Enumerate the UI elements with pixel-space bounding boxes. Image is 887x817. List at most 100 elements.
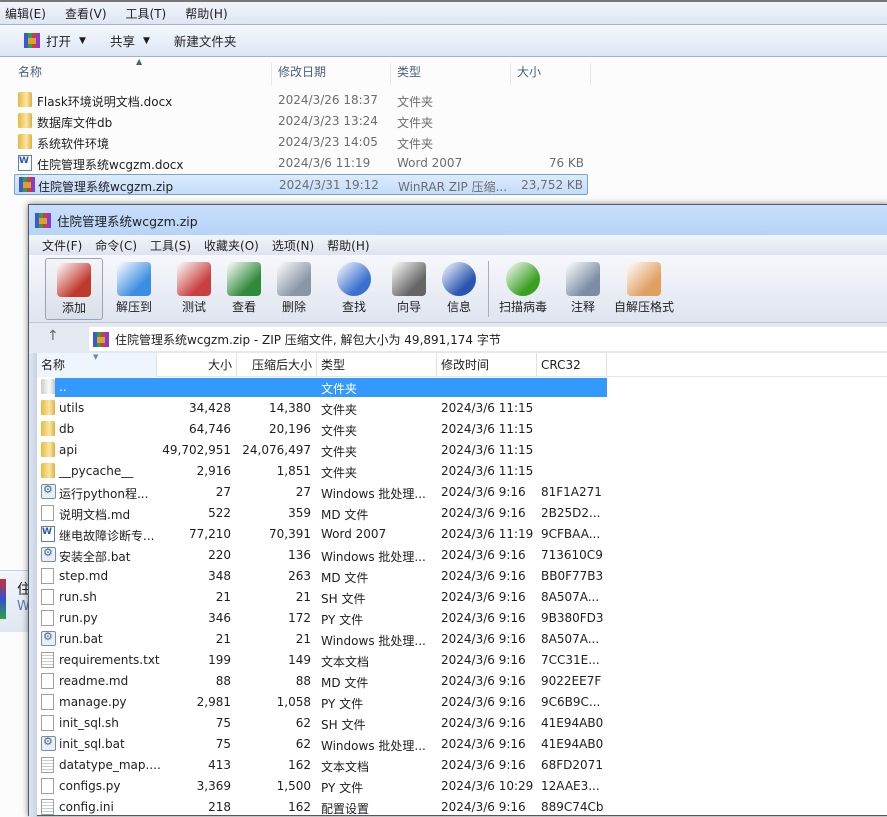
file-modified: 2024/3/6 9:16 <box>441 611 526 625</box>
file-row[interactable]: 系统软件环境 2024/3/23 14:05 文件夹 <box>14 132 588 153</box>
open-button[interactable]: 打开 ▼ <box>24 31 86 50</box>
toolbar-button-add-archive[interactable]: 添加 <box>45 258 103 320</box>
details-pane: 住 W <box>0 570 31 632</box>
file-row[interactable]: Flask环境说明文档.docx 2024/3/26 18:37 文件夹 <box>14 90 588 111</box>
column-size[interactable]: 大小 <box>157 353 237 377</box>
new-folder-button[interactable]: 新建文件夹 <box>174 31 237 50</box>
file-packed: 21 <box>295 590 311 604</box>
file-type: SH 文件 <box>321 592 366 606</box>
bat-icon <box>41 630 56 646</box>
menu-item[interactable]: 文件(F) <box>42 237 82 254</box>
up-arrow-icon[interactable]: ↑ <box>47 328 59 344</box>
file-crc: 9C6B9C... <box>541 695 601 709</box>
menu-item[interactable]: 收藏夹(O) <box>204 237 259 254</box>
column-packed[interactable]: 压缩后大小 <box>237 353 317 377</box>
file-date: 2024/3/23 14:05 <box>278 135 378 149</box>
file-crc: 713610C9 <box>541 548 603 562</box>
doc-icon <box>41 694 54 710</box>
archive-row[interactable]: run.sh 21 21 SH 文件 2024/3/6 9:16 8A507A... <box>37 587 607 608</box>
file-packed: 21 <box>295 632 311 646</box>
archive-row[interactable]: requirements.txt 199 149 文本文档 2024/3/6 9:16 7… <box>37 650 607 671</box>
archive-row[interactable]: 安装全部.bat 220 136 Windows 批处理... 2024/3/6 9:1… <box>37 545 607 566</box>
archive-file-list: .. 文件夹 utils 34,428 14,380 文件夹 2024/3/6 11:15 d… <box>37 377 887 817</box>
explorer-column-headers: 名称 ▲ 修改日期 类型 大小 <box>0 57 600 85</box>
archive-row[interactable]: db 64,746 20,196 文件夹 2024/3/6 11:15 <box>37 419 607 440</box>
file-size: 218 <box>208 800 231 814</box>
file-type: 文件夹 <box>397 95 434 109</box>
column-crc32[interactable]: CRC32 <box>537 353 607 377</box>
file-name: 系统软件环境 <box>37 137 110 151</box>
menu-item[interactable]: 工具(S) <box>150 237 191 254</box>
menu-item[interactable]: 查看(V) <box>65 5 107 22</box>
file-size: 88 <box>215 674 231 688</box>
toolbar-button-info[interactable]: 信息 <box>430 258 488 320</box>
address-field[interactable]: 住院管理系统wcgzm.zip - ZIP 压缩文件, 解包大小为 49,891… <box>89 327 887 351</box>
file-row[interactable]: 住院管理系统wcgzm.zip 2024/3/31 19:12 WinRAR ZIP… <box>14 174 588 195</box>
toolbar-button-comment[interactable]: 注释 <box>554 258 612 320</box>
file-row[interactable]: 住院管理系统wcgzm.docx 2024/3/6 11:19 Word 2007 7… <box>14 153 588 174</box>
archive-row[interactable]: run.py 346 172 PY 文件 2024/3/6 9:16 9B380FD3 <box>37 608 607 629</box>
archive-row[interactable]: config.ini 218 162 配置设置 2024/3/6 9:16 889C74C… <box>37 797 607 817</box>
file-crc: 68FD2071 <box>541 758 603 772</box>
test-clipboard-icon <box>177 262 211 296</box>
archive-row[interactable]: configs.py 3,369 1,500 PY 文件 2024/3/6 10:29 1… <box>37 776 607 797</box>
column-name[interactable]: 名称 ▲ <box>12 57 272 85</box>
file-date: 2024/3/23 13:24 <box>278 114 378 128</box>
file-size: 21 <box>215 632 231 646</box>
column-type[interactable]: 类型 <box>391 63 511 85</box>
folder-icon <box>18 134 32 149</box>
archive-row[interactable]: 说明文档.md 522 359 MD 文件 2024/3/6 9:16 2B25D2... <box>37 503 607 524</box>
menu-item[interactable]: 编辑(E) <box>5 5 46 22</box>
file-name: 数据库文件db <box>37 116 113 130</box>
toolbar-button-trash[interactable]: 删除 <box>265 258 323 320</box>
archive-row[interactable]: utils 34,428 14,380 文件夹 2024/3/6 11:15 <box>37 398 607 419</box>
file-row[interactable]: 数据库文件db 2024/3/23 13:24 文件夹 <box>14 111 588 132</box>
file-name: db <box>59 422 75 436</box>
file-crc: 2B25D2... <box>541 506 601 520</box>
column-type[interactable]: 类型 <box>317 353 437 377</box>
column-modified[interactable]: 修改时间 <box>437 353 537 377</box>
file-type: MD 文件 <box>321 508 369 522</box>
toolbar-button-virus-scan[interactable]: 扫描病毒 <box>494 258 552 320</box>
file-modified: 2024/3/6 11:15 <box>441 401 534 415</box>
menu-item[interactable]: 命令(C) <box>95 237 137 254</box>
title-bar[interactable]: 住院管理系统wcgzm.zip <box>29 205 887 235</box>
file-size: 2,916 <box>196 464 231 478</box>
file-modified: 2024/3/6 9:16 <box>441 737 526 751</box>
sfx-box-icon <box>627 262 661 296</box>
column-date[interactable]: 修改日期 <box>272 63 391 85</box>
archive-row[interactable]: .. 文件夹 <box>37 377 607 398</box>
file-packed: 20,196 <box>269 422 311 436</box>
file-size: 76 KB <box>548 156 584 170</box>
trash-icon <box>277 262 311 296</box>
menu-item[interactable]: 帮助(H) <box>185 5 227 22</box>
archive-row[interactable]: 运行python程... 27 27 Windows 批处理... 2024/3/6 9… <box>37 482 607 503</box>
column-name[interactable]: 名称 ▼ <box>37 353 157 377</box>
file-crc: 9B380FD3 <box>541 611 604 625</box>
archive-row[interactable]: __pycache__ 2,916 1,851 文件夹 2024/3/6 11:15 <box>37 461 607 482</box>
archive-row[interactable]: 继电故障诊断专... 77,210 70,391 Word 2007 2024/3/6 … <box>37 524 607 545</box>
toolbar-button-find-magnifier[interactable]: 查找 <box>325 258 383 320</box>
toolbar-button-sfx-box[interactable]: 自解压格式 <box>607 258 681 320</box>
file-packed: 172 <box>288 611 311 625</box>
archive-row[interactable]: readme.md 88 88 MD 文件 2024/3/6 9:16 9022EE7F <box>37 671 607 692</box>
file-type: Windows 批处理... <box>321 739 426 753</box>
archive-row[interactable]: api 49,702,951 24,076,497 文件夹 2024/3/6 11:15 <box>37 440 607 461</box>
archive-row[interactable]: datatype_map.... 413 162 文本文档 2024/3/6 9:16 6… <box>37 755 607 776</box>
share-button[interactable]: 共享 ▼ <box>110 31 150 50</box>
menu-item[interactable]: 工具(T) <box>126 5 167 22</box>
archive-row[interactable]: manage.py 2,981 1,058 PY 文件 2024/3/6 9:16 9C6… <box>37 692 607 713</box>
toolbar-button-extract-folder[interactable]: 解压到 <box>105 258 163 320</box>
archive-row[interactable]: init_sql.bat 75 62 Windows 批处理... 2024/3/6 9… <box>37 734 607 755</box>
menu-item[interactable]: 选项(N) <box>272 237 314 254</box>
file-date: 2024/3/31 19:12 <box>279 178 379 192</box>
archive-row[interactable]: run.bat 21 21 Windows 批处理... 2024/3/6 9:16 8A… <box>37 629 607 650</box>
file-packed: 1,851 <box>276 464 311 478</box>
file-name: .. <box>59 380 67 394</box>
word-icon <box>18 155 32 171</box>
file-type: 配置设置 <box>321 802 370 816</box>
menu-item[interactable]: 帮助(H) <box>327 237 369 254</box>
column-size[interactable]: 大小 <box>511 63 591 85</box>
archive-row[interactable]: init_sql.sh 75 62 SH 文件 2024/3/6 9:16 41E94AB… <box>37 713 607 734</box>
archive-row[interactable]: step.md 348 263 MD 文件 2024/3/6 9:16 BB0F77B3 <box>37 566 607 587</box>
